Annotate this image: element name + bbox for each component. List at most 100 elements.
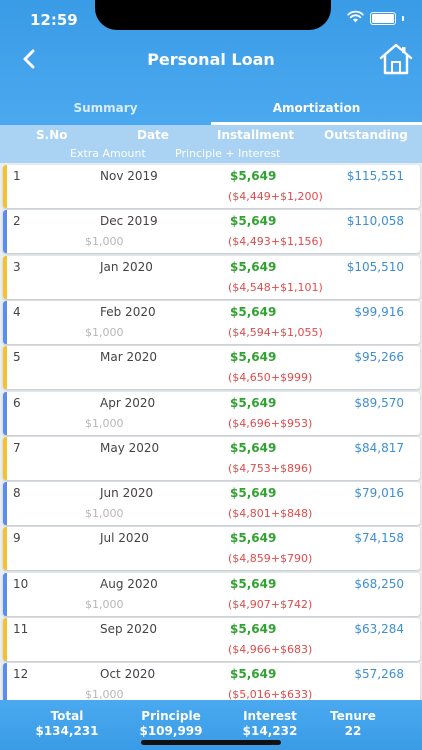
row-installment: $5,649 (230, 214, 277, 229)
column-extra-amount: Extra Amount (70, 147, 146, 160)
row-outstanding: $79,016 (354, 486, 404, 501)
row-accent-bar (3, 527, 7, 571)
row-date: Aug 2020 (100, 576, 158, 591)
row-sno: 12 (13, 667, 29, 682)
row-principle-interest: ($4,907+$742) (228, 597, 313, 611)
row-sno: 2 (13, 214, 21, 229)
row-accent-bar (3, 482, 7, 526)
table-row[interactable]: 6 Apr 2020 $1,000 $5,649 ($4,696+$953) $89,57… (3, 391, 420, 435)
home-icon (379, 43, 413, 75)
table-row[interactable]: 3 Jan 2020 $5,649 ($4,548+$1,101) $105,510 (3, 255, 420, 299)
column-outstanding: Outstanding (324, 128, 408, 142)
battery-icon (370, 12, 396, 25)
table-row[interactable]: 9 Jul 2020 $5,649 ($4,859+$790) $74,158 (3, 527, 420, 571)
table-row[interactable]: 10 Aug 2020 $1,000 $5,649 ($4,907+$742) $68,2… (3, 572, 420, 616)
column-installment: Installment (217, 128, 295, 142)
row-installment: $5,649 (230, 576, 277, 591)
row-accent-bar (3, 255, 7, 299)
row-principle-interest: ($4,548+$1,101) (228, 280, 323, 294)
row-installment: $5,649 (230, 169, 277, 183)
row-date: Feb 2020 (100, 304, 156, 319)
row-outstanding: $63,284 (354, 622, 404, 636)
footer-tenure-label: Tenure (330, 709, 376, 723)
row-installment: $5,649 (230, 440, 277, 455)
home-button[interactable] (378, 42, 414, 76)
app-header: 12:59 Personal Loan Summary Amortization (0, 0, 422, 125)
row-outstanding: $89,570 (354, 395, 404, 410)
row-outstanding: $74,158 (354, 531, 404, 546)
row-sno: 7 (13, 440, 21, 455)
row-sno: 1 (13, 169, 21, 183)
row-sno: 4 (13, 304, 21, 319)
column-date: Date (137, 128, 169, 142)
row-extra-amount: $1,000 (85, 325, 124, 339)
row-accent-bar (3, 436, 7, 480)
row-principle-interest: ($4,696+$953) (228, 416, 313, 430)
row-installment: $5,649 (230, 622, 277, 636)
row-date: Dec 2019 (100, 214, 158, 229)
row-date: Apr 2020 (100, 395, 156, 410)
table-row[interactable]: 4 Feb 2020 $1,000 $5,649 ($4,594+$1,055) $99,… (3, 300, 420, 344)
row-date: Oct 2020 (100, 667, 156, 682)
row-sno: 11 (13, 622, 29, 636)
row-outstanding: $95,266 (354, 350, 404, 365)
row-extra-amount: $1,000 (85, 507, 124, 521)
column-sno: S.No (36, 128, 68, 142)
footer-principle-label: Principle (141, 709, 201, 723)
row-accent-bar (3, 618, 7, 661)
table-row[interactable]: 11 Sep 2020 $5,649 ($4,966+$683) $63,284 (3, 618, 420, 661)
device-notch (95, 0, 331, 30)
footer-tenure-value: 22 (344, 724, 362, 738)
footer-total-value: $134,231 (35, 724, 99, 738)
row-outstanding: $68,250 (354, 576, 404, 591)
row-accent-bar (3, 391, 7, 435)
status-time: 12:59 (30, 11, 78, 29)
table-row[interactable]: 8 Jun 2020 $1,000 $5,649 ($4,801+$848) $79,01… (3, 482, 420, 526)
row-installment: $5,649 (230, 259, 277, 274)
row-principle-interest: ($4,801+$848) (228, 507, 313, 521)
row-outstanding: $115,551 (346, 169, 404, 183)
table-row[interactable]: 2 Dec 2019 $1,000 $5,649 ($4,493+$1,156) $110… (3, 210, 420, 254)
footer-principle-value: $109,999 (139, 724, 203, 738)
table-row[interactable]: 1 Nov 2019 $5,649 ($4,449+$1,200) $115,551 (3, 165, 420, 208)
row-principle-interest: ($4,859+$790) (228, 552, 313, 566)
row-principle-interest: ($4,753+$896) (228, 461, 313, 475)
footer-total: Total $134,231 (12, 709, 122, 738)
amortization-list[interactable]: 1 Nov 2019 $5,649 ($4,449+$1,200) $115,551 2 D… (0, 163, 422, 700)
row-date: Sep 2020 (100, 622, 157, 636)
table-row[interactable]: 5 Mar 2020 $5,649 ($4,650+$999) $95,266 (3, 346, 420, 390)
footer-tenure: Tenure 22 (298, 709, 408, 738)
tab-summary[interactable]: Summary (0, 92, 211, 124)
row-principle-interest: ($4,650+$999) (228, 371, 313, 385)
row-sno: 6 (13, 395, 21, 410)
row-extra-amount: $1,000 (85, 416, 124, 430)
column-header: S.No Date Installment Outstanding Extra … (0, 125, 422, 163)
row-sno: 9 (13, 531, 21, 546)
row-date: Jan 2020 (100, 259, 153, 274)
row-principle-interest: ($4,449+$1,200) (228, 190, 323, 203)
row-installment: $5,649 (230, 304, 277, 319)
tab-amortization[interactable]: Amortization (211, 92, 422, 124)
row-installment: $5,649 (230, 531, 277, 546)
row-sno: 3 (13, 259, 21, 274)
row-outstanding: $105,510 (346, 259, 404, 274)
row-date: May 2020 (100, 440, 160, 455)
row-accent-bar (3, 346, 7, 390)
home-indicator[interactable] (141, 740, 281, 745)
row-principle-interest: ($5,016+$633) (228, 688, 313, 700)
row-outstanding: $99,916 (354, 304, 404, 319)
row-accent-bar (3, 210, 7, 254)
row-extra-amount: $1,000 (85, 688, 124, 700)
row-date: Mar 2020 (100, 350, 157, 365)
row-date: Nov 2019 (100, 169, 158, 183)
row-sno: 10 (13, 576, 29, 591)
table-row[interactable]: 12 Oct 2020 $1,000 $5,649 ($5,016+$633) $57,2… (3, 663, 420, 700)
row-sno: 5 (13, 350, 21, 365)
row-installment: $5,649 (230, 667, 277, 682)
row-extra-amount: $1,000 (85, 235, 124, 249)
row-accent-bar (3, 165, 7, 208)
row-sno: 8 (13, 486, 21, 501)
row-principle-interest: ($4,966+$683) (228, 643, 313, 656)
table-row[interactable]: 7 May 2020 $5,649 ($4,753+$896) $84,817 (3, 436, 420, 480)
row-principle-interest: ($4,594+$1,055) (228, 325, 323, 339)
